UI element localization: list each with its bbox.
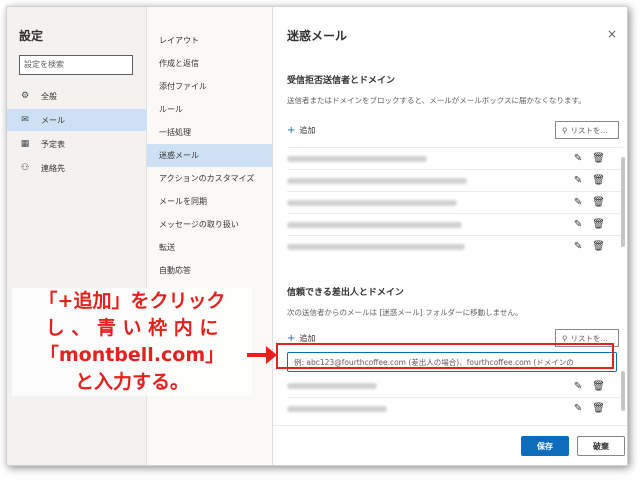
list-item: ✎ 🗑 [287,397,623,419]
search-icon: ⚲ [562,333,568,343]
delete-icon[interactable]: 🗑 [592,197,605,208]
mail-submenu: レイアウト 作成と返信 添付ファイル ルール 一括処理 迷惑メール アクションの… [147,29,272,282]
search-label: リストを… [570,333,609,343]
nav-item-label: 全般 [41,91,57,101]
blocked-search-button[interactable]: ⚲ リストを… [555,121,619,139]
nav-item-label: 予定表 [41,139,65,149]
redacted-address [287,155,427,162]
settings-nav-pane: 設定 設定を検索 ⚙ 全般 ✉ メール ▦ 予定表 ⚇ 連絡先 [7,7,147,465]
submenu-item-handling[interactable]: メッセージの取り扱い [147,213,272,236]
redacted-address [287,383,377,389]
settings-nav: ⚙ 全般 ✉ メール ▦ 予定表 ⚇ 連絡先 [7,85,147,181]
add-label: 追加 [299,334,316,343]
edit-icon[interactable]: ✎ [574,219,582,230]
add-label: 追加 [299,126,316,135]
list-item: ✎ 🗑 [287,147,623,169]
submenu-item-forwarding[interactable]: 転送 [147,236,272,259]
redacted-address [287,221,462,228]
list-item: ✎ 🗑 [287,169,623,191]
discard-button[interactable]: 破棄 [577,436,625,456]
edit-icon[interactable]: ✎ [574,175,582,186]
safe-list: ✎ 🗑 ✎ 🗑 [287,375,623,419]
highlight-box [276,343,614,369]
annotation-line: 「+追加」をクリック [38,290,226,312]
mail-icon: ✉ [21,115,29,125]
submenu-item-compose[interactable]: 作成と返信 [147,52,272,75]
submenu-item-junk[interactable]: 迷惑メール [147,144,272,167]
gear-icon: ⚙ [20,91,30,101]
mail-submenu-pane: レイアウト 作成と返信 添付ファイル ルール 一括処理 迷惑メール アクションの… [147,7,273,465]
list-item: ✎ 🗑 [287,375,623,397]
redacted-address [287,405,387,412]
submenu-item-attachments[interactable]: 添付ファイル [147,75,272,98]
close-icon[interactable]: × [607,27,617,41]
list-item: ✎ 🗑 [287,213,623,235]
safe-senders-title: 信頼できる差出人とドメイン [287,288,404,298]
settings-window: 設定 設定を検索 ⚙ 全般 ✉ メール ▦ 予定表 ⚇ 連絡先 レイアウト 作成… [6,6,628,466]
people-icon: ⚇ [20,163,30,173]
nav-item-mail[interactable]: ✉ メール [7,109,147,131]
list-item: ✎ 🗑 [287,235,623,257]
edit-icon[interactable]: ✎ [574,403,582,414]
submenu-item-rules[interactable]: ルール [147,98,272,121]
settings-search-input[interactable]: 設定を検索 [19,55,133,75]
redacted-address [287,177,467,184]
blocked-add-button[interactable]: + 追加 [287,125,315,136]
safe-scrollbar[interactable] [621,371,625,411]
redacted-address [287,243,465,250]
redacted-address [287,199,457,206]
delete-icon[interactable]: 🗑 [592,219,605,230]
nav-item-general[interactable]: ⚙ 全般 [7,85,147,107]
submenu-item-sync[interactable]: メールを同期 [147,190,272,213]
delete-icon[interactable]: 🗑 [592,403,605,414]
delete-icon[interactable]: 🗑 [592,153,605,164]
submenu-item-actions[interactable]: アクションのカスタマイズ [147,167,272,190]
nav-item-calendar[interactable]: ▦ 予定表 [7,133,147,155]
search-label: リストを… [570,125,609,135]
edit-icon[interactable]: ✎ [574,241,582,252]
blocked-scrollbar[interactable] [621,157,625,247]
nav-item-label: 連絡先 [41,163,65,173]
delete-icon[interactable]: 🗑 [592,241,605,252]
panel-footer: 保存 破棄 [273,425,627,465]
instruction-annotation: 「+追加」をクリック し 、 青 い 枠 内 に 「montbell.com」 … [12,288,252,396]
settings-title: 設定 [19,29,44,43]
calendar-icon: ▦ [20,139,30,149]
nav-item-contacts[interactable]: ⚇ 連絡先 [7,157,147,179]
search-icon: ⚲ [562,125,568,135]
blocked-senders-title: 受信拒否送信者とドメイン [287,76,396,86]
panel-title: 迷惑メール [287,29,348,43]
edit-icon[interactable]: ✎ [574,153,582,164]
delete-icon[interactable]: 🗑 [592,175,605,186]
edit-icon[interactable]: ✎ [574,197,582,208]
delete-icon[interactable]: 🗑 [592,381,605,392]
blocked-senders-desc: 送信者またはドメインをブロックすると、メールがメールボックスに届かなくなります。 [287,96,586,105]
safe-senders-desc: 次の送信者からのメールは [迷惑メール] フォルダーに移動しません。 [287,308,523,317]
annotation-line: と入力する。 [74,371,189,393]
edit-icon[interactable]: ✎ [574,381,582,392]
submenu-item-sweep[interactable]: 一括処理 [147,121,272,144]
blocked-list: ✎ 🗑 ✎ 🗑 ✎ 🗑 ✎ 🗑 ✎ 🗑 [287,147,623,257]
plus-icon: + [287,125,296,136]
nav-item-label: メール [41,115,65,125]
list-item: ✎ 🗑 [287,191,623,213]
annotation-line: し 、 青 い 枠 内 に [45,317,219,339]
junk-mail-panel: 迷惑メール × 受信拒否送信者とドメイン 送信者またはドメインをブロックすると、… [273,7,627,465]
arrow-right-icon [247,346,277,364]
save-button[interactable]: 保存 [521,436,569,456]
submenu-item-auto-reply[interactable]: 自動応答 [147,259,272,282]
annotation-line: 「montbell.com」 [39,344,225,366]
submenu-item-layout[interactable]: レイアウト [147,29,272,52]
